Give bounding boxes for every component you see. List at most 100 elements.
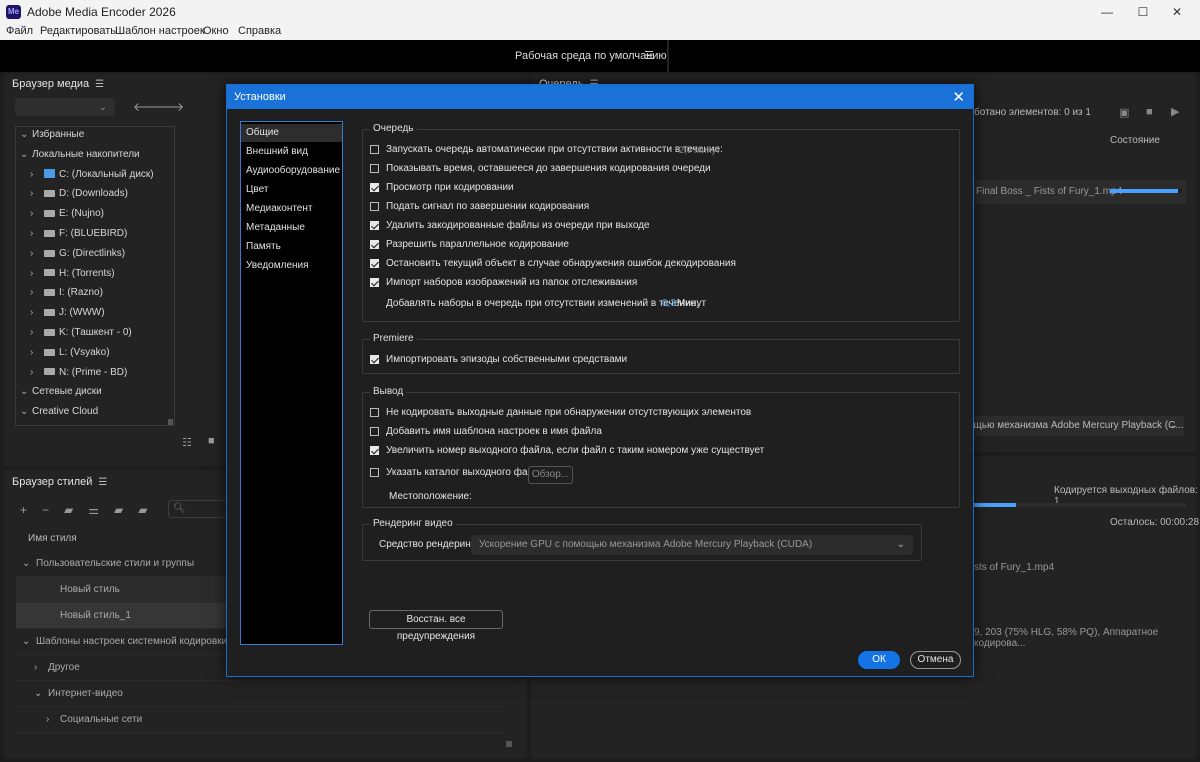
media-tree-item[interactable]: › J: (WWW)	[30, 307, 105, 325]
status-column[interactable]: Состояние	[1110, 135, 1160, 146]
checkbox[interactable]	[370, 278, 379, 287]
thumbnail-view-icon[interactable]: ■	[208, 435, 215, 447]
checkbox-label[interactable]: Не кодировать выходные данные при обнару…	[386, 407, 751, 418]
checkbox-label[interactable]: Добавить имя шаблона настроек в имя файл…	[386, 426, 602, 437]
group-icon[interactable]: ▰	[64, 503, 88, 517]
remove-icon[interactable]: −	[42, 503, 64, 517]
chevron-right-icon[interactable]: ›	[46, 707, 60, 733]
panel-menu-icon[interactable]: ☰	[95, 79, 104, 90]
add-folder-icon[interactable]: ▣	[1119, 106, 1129, 119]
checkbox-label[interactable]: Просмотр при кодировании	[386, 182, 514, 193]
media-tree-item[interactable]: › F: (BLUEBIRD)	[30, 228, 127, 246]
nav-item[interactable]: Метаданные	[241, 219, 342, 237]
list-view-icon[interactable]: ☷	[182, 436, 192, 449]
workspace-menu-icon[interactable]: ☰	[644, 49, 654, 62]
chevron-right-icon[interactable]: ›	[30, 327, 42, 338]
chevron-right-icon[interactable]: ›	[30, 228, 42, 239]
style-resize-handle[interactable]	[506, 741, 512, 747]
chevron-down-icon[interactable]: ⌄	[20, 406, 32, 417]
chevron-right-icon[interactable]: ›	[30, 367, 42, 378]
stop-icon[interactable]: ■	[1146, 106, 1153, 118]
menu-window[interactable]: Окно	[203, 25, 229, 37]
nav-item[interactable]: Память	[241, 238, 342, 256]
folder-icon[interactable]: ▰	[138, 503, 162, 517]
chevron-down-icon[interactable]: ⌄	[22, 629, 36, 655]
ok-button[interactable]: ОК	[858, 651, 900, 669]
checkbox-label[interactable]: Подать сигнал по завершении кодирования	[386, 201, 589, 212]
checkbox-label[interactable]: Указать каталог выходного файла:	[386, 467, 547, 478]
media-tree-item[interactable]: › D: (Downloads)	[30, 188, 128, 206]
nav-item[interactable]: Общие	[241, 124, 342, 142]
dialog-close-icon[interactable]: ✕	[952, 88, 965, 106]
checkbox[interactable]	[370, 468, 379, 477]
chevron-right-icon[interactable]: ›	[30, 248, 42, 259]
chevron-down-icon[interactable]: ⌄	[20, 386, 32, 397]
checkbox[interactable]	[370, 183, 379, 192]
nav-item[interactable]: Аудиооборудование	[241, 162, 342, 180]
media-tree-item[interactable]: ⌄ Избранные	[20, 129, 84, 147]
chevron-right-icon[interactable]: ›	[30, 188, 42, 199]
queue-renderer-select[interactable]: ощью механизма Adobe Mercury Playback (C…	[960, 416, 1184, 436]
duplicate-icon[interactable]: ▰	[114, 503, 138, 517]
chevron-right-icon[interactable]: ›	[34, 655, 48, 681]
chevron-right-icon[interactable]: ›	[30, 347, 42, 358]
settings-icon[interactable]: ⚌	[88, 503, 114, 517]
chevron-right-icon[interactable]: ›	[30, 208, 42, 219]
close-window-button[interactable]: ✕	[1154, 0, 1200, 24]
checkbox[interactable]	[370, 408, 379, 417]
checkbox[interactable]	[370, 164, 379, 173]
chevron-right-icon[interactable]: ›	[30, 287, 42, 298]
reset-warnings-button[interactable]: Восстан. все предупреждения	[369, 610, 503, 642]
cancel-button[interactable]: Отмена	[910, 651, 961, 669]
checkbox[interactable]	[370, 355, 379, 364]
style-list-item[interactable]: › Социальные сети	[16, 707, 506, 733]
chevron-right-icon[interactable]: ›	[30, 169, 42, 180]
checkbox[interactable]	[370, 240, 379, 249]
location-dropdown[interactable]: ⌄	[15, 98, 115, 116]
chevron-down-icon[interactable]: ⌄	[34, 681, 48, 707]
checkbox[interactable]	[370, 202, 379, 211]
media-tree-item[interactable]: › I: (Razno)	[30, 287, 103, 305]
checkbox-label[interactable]: Импортировать эпизоды собственными средс…	[386, 354, 627, 365]
checkbox-label[interactable]: Остановить текущий объект в случае обнар…	[386, 258, 736, 269]
tree-resize-handle[interactable]	[168, 419, 173, 425]
chevron-right-icon[interactable]: ›	[30, 268, 42, 279]
checkbox-label[interactable]: Увеличить номер выходного файла, если фа…	[386, 445, 764, 456]
watch-folder-delay-value[interactable]: 0,3	[662, 298, 676, 309]
media-tree-item[interactable]: › L: (Vsyako)	[30, 347, 110, 365]
media-tree-item[interactable]: › G: (Directlinks)	[30, 248, 125, 266]
chevron-right-icon[interactable]: ›	[30, 307, 42, 318]
menu-help[interactable]: Справка	[238, 25, 281, 37]
start-queue-icon[interactable]: ▶	[1171, 105, 1179, 118]
menu-edit[interactable]: Редактировать	[40, 25, 116, 37]
chevron-down-icon[interactable]: ⌄	[20, 149, 32, 160]
media-tree-item[interactable]: › H: (Torrents)	[30, 268, 115, 286]
nav-item[interactable]: Внешний вид	[241, 143, 342, 161]
media-tree-item[interactable]: ⌄ Creative Cloud	[20, 406, 98, 424]
checkbox[interactable]	[370, 221, 379, 230]
checkbox[interactable]	[370, 259, 379, 268]
style-name-column[interactable]: Имя стиля	[28, 533, 77, 544]
nav-item[interactable]: Уведомления	[241, 257, 342, 275]
checkbox[interactable]	[370, 427, 379, 436]
style-search-input[interactable]: 🔍︎	[168, 500, 228, 518]
checkbox[interactable]	[370, 145, 379, 154]
browse-button[interactable]: Обзор...	[528, 466, 573, 484]
checkbox-label[interactable]: Показывать время, оставшееся до завершен…	[386, 163, 711, 174]
media-tree-item[interactable]: › C: (Локальный диск)	[30, 169, 154, 187]
chevron-down-icon[interactable]: ⌄	[20, 129, 32, 140]
media-tree-item[interactable]: ⌄ Локальные накопители	[20, 149, 140, 167]
nav-item[interactable]: Цвет	[241, 181, 342, 199]
checkbox-label[interactable]: Разрешить параллельное кодирование	[386, 239, 569, 250]
nav-item[interactable]: Медиаконтент	[241, 200, 342, 218]
checkbox-label[interactable]: Запускать очередь автоматически при отсу…	[386, 144, 723, 155]
renderer-select[interactable]: Ускорение GPU с помощью механизма Adobe …	[471, 535, 913, 555]
panel-menu-icon[interactable]: ☰	[98, 477, 107, 488]
style-list-item[interactable]: ⌄ Интернет-видео	[16, 681, 506, 707]
checkbox-label[interactable]: Удалить закодированные файлы из очереди …	[386, 220, 650, 231]
checkbox[interactable]	[370, 446, 379, 455]
checkbox-label[interactable]: Импорт наборов изображений из папок отсл…	[386, 277, 637, 288]
media-tree-item[interactable]: › E: (Nujno)	[30, 208, 104, 226]
media-tree-item[interactable]: › N: (Prime - BD)	[30, 367, 127, 385]
menu-preset[interactable]: Шаблон настроек	[115, 25, 205, 37]
